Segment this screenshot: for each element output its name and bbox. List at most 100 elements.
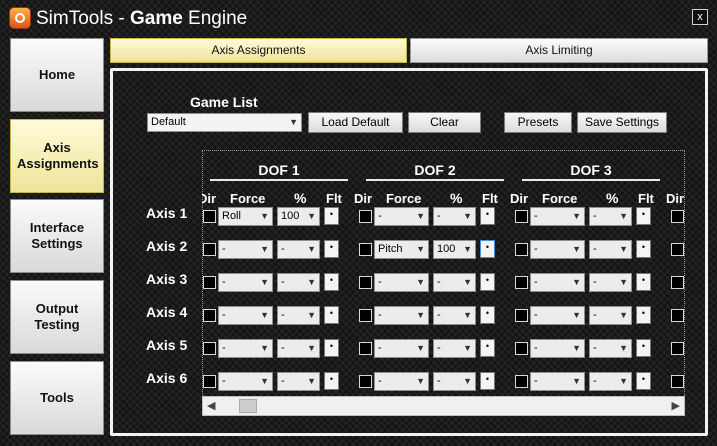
dir-checkbox[interactable] (203, 342, 216, 355)
clear-button[interactable]: Clear (408, 112, 481, 133)
game-list-select[interactable]: Default ▼ (147, 113, 302, 132)
percent-select[interactable]: - ▼ (277, 339, 320, 358)
dir-checkbox[interactable] (203, 309, 216, 322)
dir-checkbox[interactable] (359, 210, 372, 223)
percent-select[interactable]: - ▼ (433, 339, 476, 358)
filter-button[interactable]: • (480, 207, 495, 225)
dir-checkbox[interactable] (671, 243, 684, 256)
filter-button[interactable]: • (636, 339, 651, 357)
dir-checkbox[interactable] (671, 210, 684, 223)
percent-select[interactable]: - ▼ (589, 207, 632, 226)
force-select[interactable]: - ▼ (218, 372, 273, 391)
force-select[interactable]: - ▼ (218, 240, 273, 259)
dir-checkbox[interactable] (203, 375, 216, 388)
force-select[interactable]: - ▼ (530, 339, 585, 358)
force-select[interactable]: - ▼ (218, 273, 273, 292)
nav-tools-button[interactable]: Tools (10, 361, 104, 435)
scroll-thumb[interactable] (239, 399, 257, 413)
filter-button[interactable]: • (480, 339, 495, 357)
dir-checkbox[interactable] (515, 375, 528, 388)
save-settings-button[interactable]: Save Settings (577, 112, 667, 133)
nav-axis-assignments-button[interactable]: Axis Assignments (10, 119, 104, 193)
filter-button[interactable]: • (480, 240, 495, 258)
filter-button[interactable]: • (480, 306, 495, 324)
dir-checkbox[interactable] (515, 276, 528, 289)
force-select[interactable]: - ▼ (374, 306, 429, 325)
percent-select[interactable]: - ▼ (433, 273, 476, 292)
percent-select[interactable]: 100 ▼ (277, 207, 320, 226)
dir-checkbox[interactable] (359, 276, 372, 289)
filter-button[interactable]: • (480, 273, 495, 291)
filter-button[interactable]: • (324, 273, 339, 291)
percent-select[interactable]: - ▼ (433, 306, 476, 325)
filter-button[interactable]: • (324, 372, 339, 390)
filter-button[interactable]: • (636, 372, 651, 390)
arrow-left-icon[interactable]: ◀ (207, 399, 215, 412)
filter-button[interactable]: • (636, 240, 651, 258)
filter-button[interactable]: • (324, 207, 339, 225)
dir-checkbox[interactable] (515, 210, 528, 223)
dir-checkbox[interactable] (515, 342, 528, 355)
column-force-header: Force (386, 191, 422, 206)
chevron-down-icon: ▼ (289, 117, 298, 127)
force-select[interactable]: - ▼ (530, 273, 585, 292)
horizontal-scrollbar[interactable]: ◀ ▶ (202, 396, 685, 416)
nav-interface-settings-button[interactable]: Interface Settings (10, 199, 104, 273)
force-select[interactable]: - ▼ (530, 306, 585, 325)
force-select[interactable]: Roll ▼ (218, 207, 273, 226)
percent-select[interactable]: 100 ▼ (433, 240, 476, 259)
filter-button[interactable]: • (324, 240, 339, 258)
force-select[interactable]: - ▼ (374, 339, 429, 358)
load-default-button[interactable]: Load Default (308, 112, 403, 133)
dir-checkbox[interactable] (203, 276, 216, 289)
close-button[interactable]: x (692, 9, 708, 25)
force-value: - (534, 210, 538, 222)
filter-button[interactable]: • (636, 207, 651, 225)
dir-checkbox[interactable] (515, 309, 528, 322)
force-select[interactable]: - ▼ (374, 273, 429, 292)
dir-checkbox[interactable] (359, 375, 372, 388)
filter-button[interactable]: • (480, 372, 495, 390)
force-select[interactable]: - ▼ (530, 240, 585, 259)
percent-select[interactable]: - ▼ (589, 273, 632, 292)
dir-checkbox[interactable] (203, 210, 216, 223)
arrow-right-icon[interactable]: ▶ (672, 399, 680, 412)
force-select[interactable]: - ▼ (218, 306, 273, 325)
filter-button[interactable]: • (324, 339, 339, 357)
dir-checkbox[interactable] (359, 243, 372, 256)
percent-select[interactable]: - ▼ (277, 240, 320, 259)
dof-1-title: DOF 1 (258, 162, 300, 178)
nav-output-testing-button[interactable]: Output Testing (10, 280, 104, 354)
filter-button[interactable]: • (324, 306, 339, 324)
percent-select[interactable]: - ▼ (433, 207, 476, 226)
force-select[interactable]: - ▼ (530, 372, 585, 391)
percent-select[interactable]: - ▼ (589, 372, 632, 391)
force-select[interactable]: - ▼ (374, 372, 429, 391)
percent-select[interactable]: - ▼ (433, 372, 476, 391)
percent-select[interactable]: - ▼ (277, 273, 320, 292)
dir-checkbox[interactable] (671, 342, 684, 355)
nav-home-button[interactable]: Home (10, 38, 104, 112)
dir-checkbox[interactable] (359, 342, 372, 355)
dir-checkbox[interactable] (515, 243, 528, 256)
percent-select[interactable]: - ▼ (589, 339, 632, 358)
dir-checkbox[interactable] (671, 276, 684, 289)
filter-button[interactable]: • (636, 273, 651, 291)
force-value: - (378, 375, 382, 387)
presets-button[interactable]: Presets (504, 112, 572, 133)
percent-select[interactable]: - ▼ (277, 372, 320, 391)
percent-select[interactable]: - ▼ (589, 306, 632, 325)
force-select[interactable]: - ▼ (530, 207, 585, 226)
filter-button[interactable]: • (636, 306, 651, 324)
percent-select[interactable]: - ▼ (589, 240, 632, 259)
dir-checkbox[interactable] (203, 243, 216, 256)
dir-checkbox[interactable] (671, 309, 684, 322)
force-select[interactable]: - ▼ (374, 207, 429, 226)
dir-checkbox[interactable] (671, 375, 684, 388)
percent-select[interactable]: - ▼ (277, 306, 320, 325)
force-select[interactable]: - ▼ (218, 339, 273, 358)
tab-axis-limiting[interactable]: Axis Limiting (410, 38, 708, 63)
force-select[interactable]: Pitch ▼ (374, 240, 429, 259)
tab-axis-assignments[interactable]: Axis Assignments (110, 38, 407, 63)
dir-checkbox[interactable] (359, 309, 372, 322)
